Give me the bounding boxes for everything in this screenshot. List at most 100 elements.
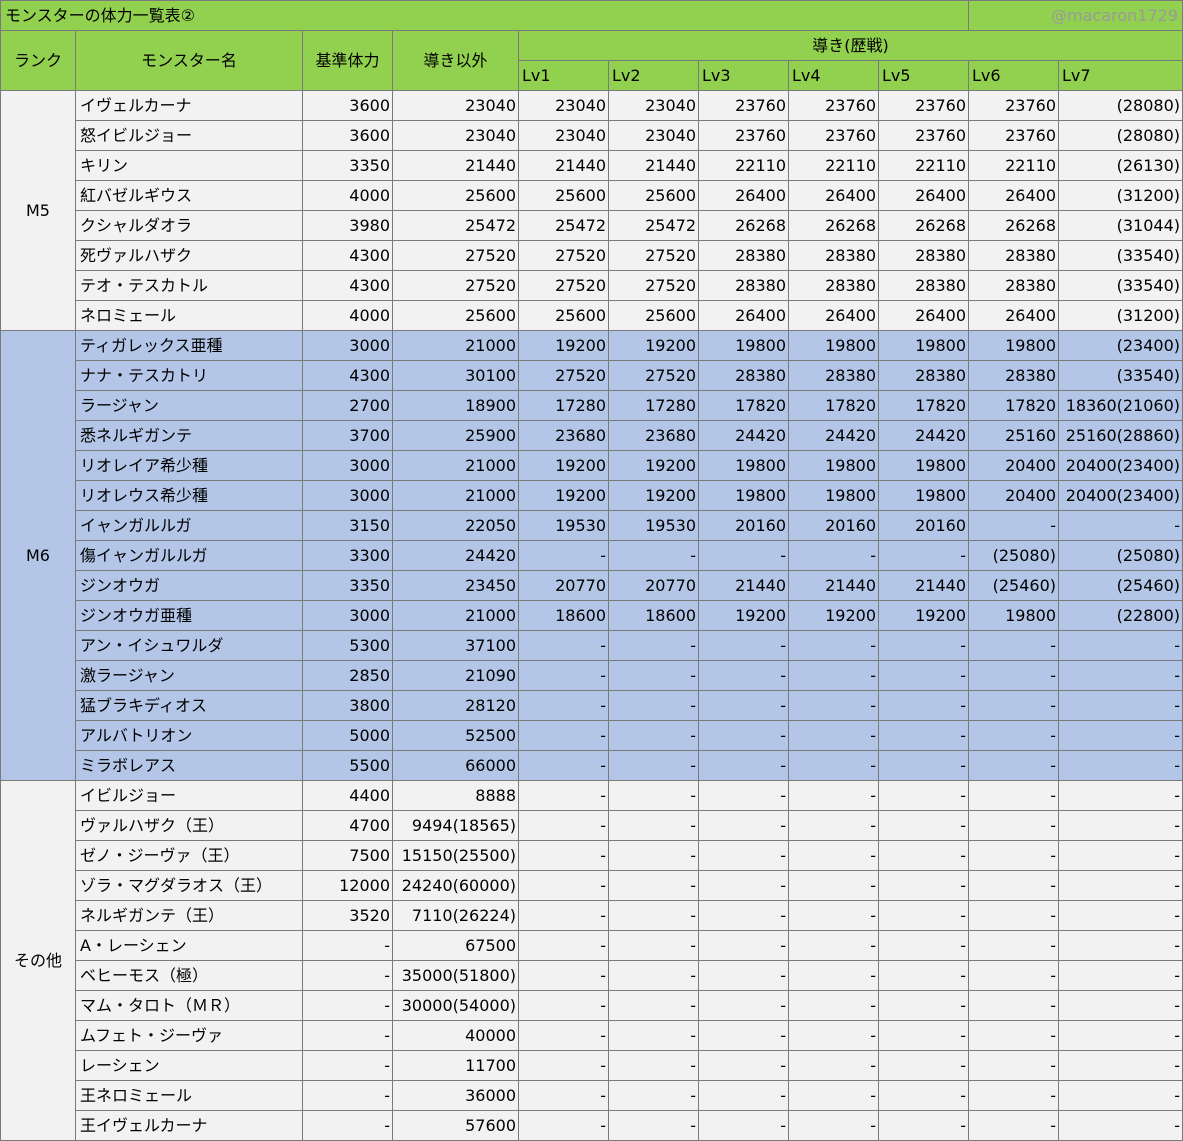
- guiding-lv-cell[interactable]: 19800: [788, 330, 879, 361]
- guiding-lv-cell[interactable]: 21440: [788, 570, 879, 601]
- non-guiding-cell[interactable]: 23450: [392, 570, 519, 601]
- guiding-lv-cell[interactable]: 19200: [698, 600, 789, 631]
- base-hp-cell[interactable]: 3000: [302, 480, 393, 511]
- guiding-lv-cell[interactable]: -: [1058, 1080, 1183, 1111]
- guiding-lv-cell[interactable]: -: [608, 660, 699, 691]
- base-hp-cell[interactable]: 4300: [302, 240, 393, 271]
- guiding-lv-cell[interactable]: -: [698, 780, 789, 811]
- base-hp-cell[interactable]: 3150: [302, 510, 393, 541]
- guiding-lv-cell[interactable]: 27520: [608, 240, 699, 271]
- guiding-lv-cell[interactable]: (31200): [1058, 180, 1183, 211]
- guiding-lv-cell[interactable]: 28380: [698, 240, 789, 271]
- guiding-lv-cell[interactable]: 23760: [968, 90, 1060, 121]
- guiding-lv-cell[interactable]: -: [518, 930, 609, 961]
- guiding-lv-cell[interactable]: 26268: [698, 210, 789, 241]
- guiding-lv-cell[interactable]: -: [877, 930, 970, 961]
- guiding-lv-cell[interactable]: -: [1058, 660, 1183, 691]
- base-hp-cell[interactable]: 3800: [302, 690, 393, 721]
- base-hp-cell[interactable]: 7500: [302, 840, 393, 871]
- guiding-lv-cell[interactable]: -: [698, 690, 789, 721]
- guiding-lv-cell[interactable]: -: [968, 1110, 1060, 1141]
- monster-name-cell[interactable]: ヴァルハザク（王）: [75, 810, 303, 841]
- guiding-lv-cell[interactable]: 18600: [518, 600, 609, 631]
- guiding-lv-cell[interactable]: -: [698, 540, 789, 571]
- guiding-lv-cell[interactable]: -: [518, 1110, 609, 1141]
- non-guiding-cell[interactable]: 27520: [392, 270, 519, 301]
- guiding-lv-cell[interactable]: -: [968, 780, 1060, 811]
- guiding-lv-cell[interactable]: -: [608, 780, 699, 811]
- guiding-lv-cell[interactable]: 25160: [968, 420, 1060, 451]
- base-hp-cell[interactable]: 4000: [302, 300, 393, 331]
- non-guiding-cell[interactable]: 24420: [392, 540, 519, 571]
- guiding-lv-cell[interactable]: -: [788, 960, 879, 991]
- guiding-lv-cell[interactable]: 19800: [877, 480, 970, 511]
- guiding-lv-cell[interactable]: (22800): [1058, 600, 1183, 631]
- guiding-lv-cell[interactable]: 21440: [877, 570, 970, 601]
- non-guiding-cell[interactable]: 21000: [392, 330, 519, 361]
- non-guiding-cell[interactable]: 52500: [392, 720, 519, 751]
- guiding-lv-cell[interactable]: 23760: [698, 90, 789, 121]
- non-guiding-cell[interactable]: 57600: [392, 1110, 519, 1141]
- monster-name-cell[interactable]: リオレウス希少種: [75, 480, 303, 511]
- guiding-lv-cell[interactable]: -: [788, 1020, 879, 1051]
- guiding-lv-cell[interactable]: -: [518, 840, 609, 871]
- non-guiding-cell[interactable]: 25900: [392, 420, 519, 451]
- guiding-lv-cell[interactable]: -: [877, 630, 970, 661]
- monster-name-cell[interactable]: イャンガルルガ: [75, 510, 303, 541]
- guiding-lv-cell[interactable]: -: [968, 1080, 1060, 1111]
- guiding-lv-cell[interactable]: 23760: [788, 120, 879, 151]
- guiding-lv-cell[interactable]: -: [877, 1020, 970, 1051]
- guiding-lv-cell[interactable]: 23760: [968, 120, 1060, 151]
- base-hp-cell[interactable]: 4700: [302, 810, 393, 841]
- guiding-lv-cell[interactable]: -: [968, 960, 1060, 991]
- guiding-lv-cell[interactable]: (33540): [1058, 360, 1183, 391]
- header-lv7[interactable]: Lv7: [1058, 60, 1183, 91]
- guiding-lv-cell[interactable]: -: [968, 990, 1060, 1021]
- header-lv2[interactable]: Lv2: [608, 60, 699, 91]
- monster-name-cell[interactable]: イヴェルカーナ: [75, 90, 303, 121]
- guiding-lv-cell[interactable]: -: [788, 690, 879, 721]
- guiding-lv-cell[interactable]: 23040: [518, 90, 609, 121]
- base-hp-cell[interactable]: 4300: [302, 270, 393, 301]
- guiding-lv-cell[interactable]: 26400: [788, 300, 879, 331]
- guiding-lv-cell[interactable]: (25460): [968, 570, 1060, 601]
- guiding-lv-cell[interactable]: -: [968, 900, 1060, 931]
- monster-name-cell[interactable]: マム・タロト（ＭＲ）: [75, 990, 303, 1021]
- guiding-lv-cell[interactable]: 23040: [608, 120, 699, 151]
- non-guiding-cell[interactable]: 40000: [392, 1020, 519, 1051]
- base-hp-cell[interactable]: 3000: [302, 600, 393, 631]
- non-guiding-cell[interactable]: 35000(51800): [392, 960, 519, 991]
- guiding-lv-cell[interactable]: 19800: [877, 450, 970, 481]
- guiding-lv-cell[interactable]: 23760: [788, 90, 879, 121]
- monster-name-cell[interactable]: リオレイア希少種: [75, 450, 303, 481]
- guiding-lv-cell[interactable]: -: [1058, 720, 1183, 751]
- guiding-lv-cell[interactable]: 19800: [698, 330, 789, 361]
- monster-name-cell[interactable]: 王ネロミェール: [75, 1080, 303, 1111]
- guiding-lv-cell[interactable]: -: [608, 1080, 699, 1111]
- non-guiding-cell[interactable]: 27520: [392, 240, 519, 271]
- guiding-lv-cell[interactable]: 19200: [877, 600, 970, 631]
- base-hp-cell[interactable]: 3350: [302, 150, 393, 181]
- guiding-lv-cell[interactable]: -: [698, 660, 789, 691]
- guiding-lv-cell[interactable]: -: [518, 780, 609, 811]
- guiding-lv-cell[interactable]: -: [608, 1110, 699, 1141]
- guiding-lv-cell[interactable]: -: [608, 990, 699, 1021]
- header-lv3[interactable]: Lv3: [698, 60, 789, 91]
- guiding-lv-cell[interactable]: -: [518, 900, 609, 931]
- guiding-lv-cell[interactable]: -: [788, 840, 879, 871]
- non-guiding-cell[interactable]: 37100: [392, 630, 519, 661]
- non-guiding-cell[interactable]: 21090: [392, 660, 519, 691]
- base-hp-cell[interactable]: -: [302, 1020, 393, 1051]
- header-lv4[interactable]: Lv4: [788, 60, 879, 91]
- guiding-lv-cell[interactable]: -: [788, 900, 879, 931]
- guiding-lv-cell[interactable]: -: [968, 930, 1060, 961]
- guiding-lv-cell[interactable]: -: [1058, 690, 1183, 721]
- base-hp-cell[interactable]: -: [302, 930, 393, 961]
- monster-name-cell[interactable]: テオ・テスカトル: [75, 270, 303, 301]
- guiding-lv-cell[interactable]: -: [698, 750, 789, 781]
- guiding-lv-cell[interactable]: (25080): [968, 540, 1060, 571]
- non-guiding-cell[interactable]: 8888: [392, 780, 519, 811]
- guiding-lv-cell[interactable]: 20400: [968, 480, 1060, 511]
- guiding-lv-cell[interactable]: 21440: [698, 570, 789, 601]
- monster-name-cell[interactable]: ジンオウガ: [75, 570, 303, 601]
